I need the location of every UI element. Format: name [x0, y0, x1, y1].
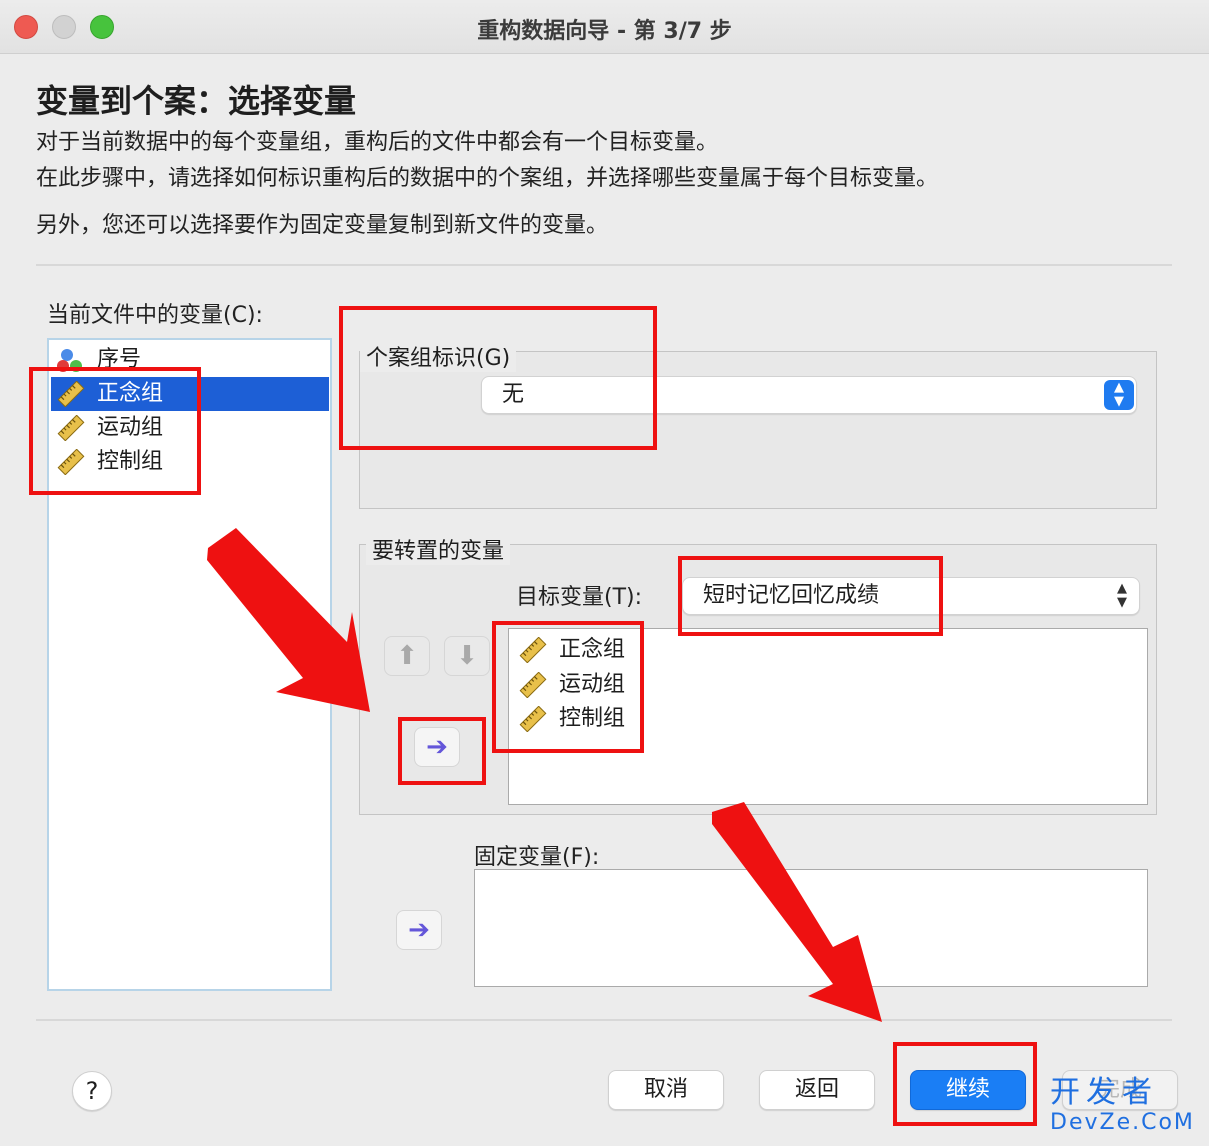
- watermark-text: 开发者: [1050, 1075, 1158, 1110]
- description-line-3: 另外，您还可以选择要作为固定变量复制到新文件的变量。: [36, 213, 609, 238]
- arrow-up-icon: ⬆: [396, 641, 418, 671]
- help-button[interactable]: ?: [72, 1071, 112, 1111]
- back-button[interactable]: 返回: [759, 1070, 875, 1110]
- annotation-box-move-button: [398, 717, 486, 785]
- select-stepper-icon: ▲ ▼: [1104, 380, 1134, 410]
- arrow-down-icon: ⬇: [456, 641, 478, 671]
- source-list-label: 当前文件中的变量(C):: [47, 303, 263, 328]
- move-right-arrow-icon: ➔: [408, 915, 430, 945]
- cancel-button[interactable]: 取消: [608, 1070, 724, 1110]
- description-line-2: 在此步骤中，请选择如何标识重构后的数据中的个案组，并选择哪些变量属于每个目标变量…: [36, 166, 939, 191]
- window-title: 重构数据向导 - 第 3/7 步: [477, 19, 732, 44]
- fixed-variables-label: 固定变量(F):: [474, 845, 600, 870]
- watermark-domain: DevZe.CoM: [1050, 1110, 1195, 1135]
- select-stepper-icon: ▲ ▼: [1117, 581, 1127, 610]
- annotation-box-target-name: [678, 556, 943, 636]
- annotation-box-case-group: [339, 306, 657, 450]
- footer-divider: [36, 1019, 1172, 1021]
- transpose-legend: 要转置的变量: [366, 533, 511, 565]
- annotation-box-continue: [893, 1042, 1037, 1126]
- move-down-button[interactable]: ⬇: [444, 636, 490, 676]
- annotation-box-source-items: [29, 367, 201, 495]
- title-bar: 重构数据向导 - 第 3/7 步: [0, 0, 1209, 54]
- annotation-box-transpose-items: [492, 621, 644, 753]
- fixed-variable-list[interactable]: [474, 869, 1148, 987]
- target-variable-label: 目标变量(T):: [516, 585, 643, 610]
- step-heading: 变量到个案：选择变量: [36, 82, 357, 120]
- description-line-1: 对于当前数据中的每个变量组，重构后的文件中都会有一个目标变量。: [36, 130, 719, 155]
- move-to-fixed-button[interactable]: ➔: [396, 910, 442, 950]
- move-up-button[interactable]: ⬆: [384, 636, 430, 676]
- header-divider: [36, 264, 1172, 266]
